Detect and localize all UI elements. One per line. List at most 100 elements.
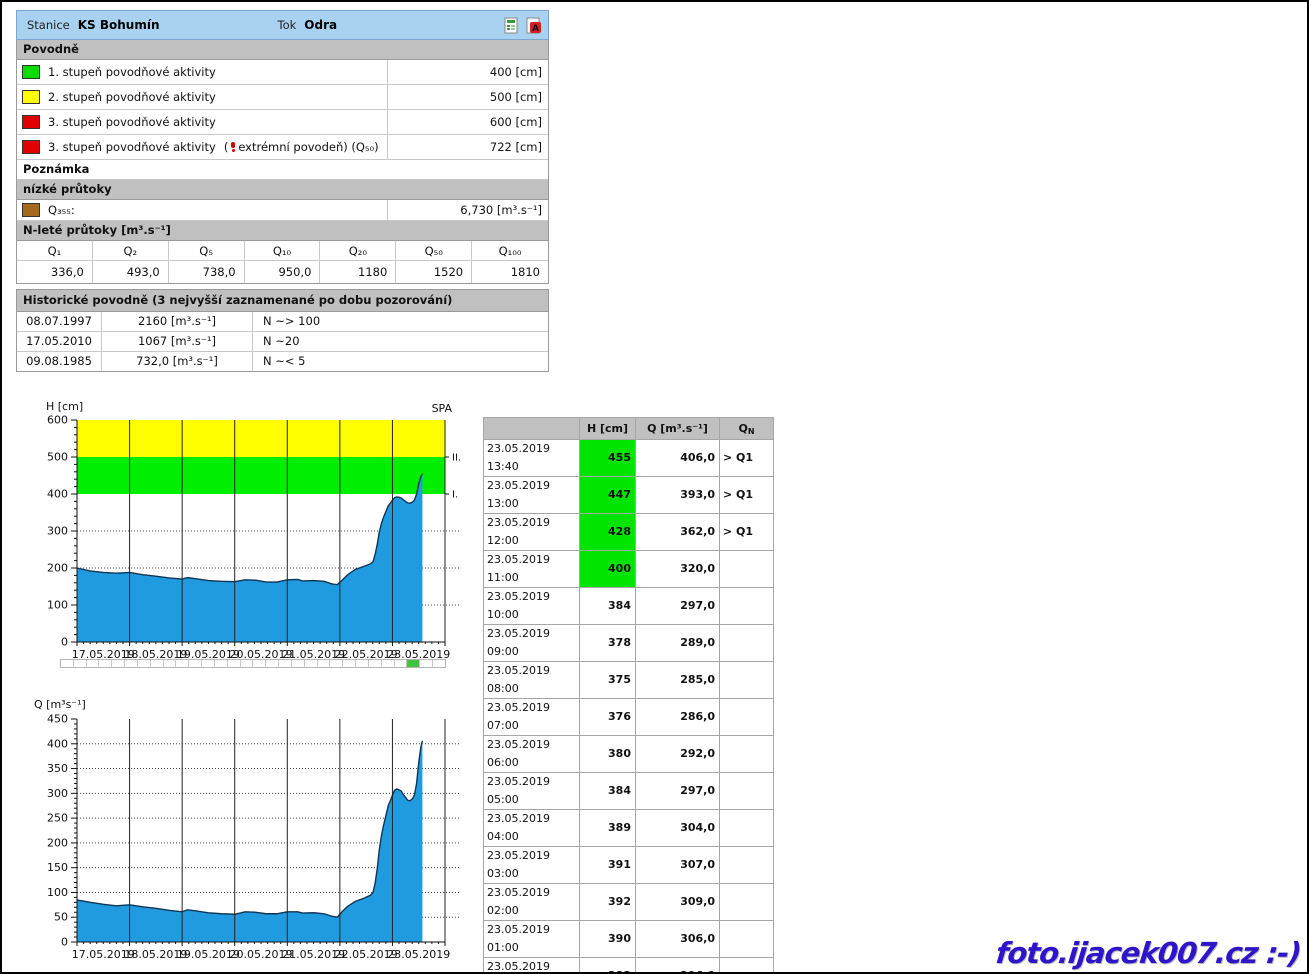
measurement-row: 23.05.2019 05:00384297,0	[484, 773, 774, 810]
timeline-cell[interactable]	[228, 660, 241, 667]
svg-text:0: 0	[61, 936, 68, 949]
timeline-cell[interactable]	[138, 660, 151, 667]
n-year-column-headers: Q₁Q₂Q₅Q₁₀Q₂₀Q₅₀Q₁₀₀	[17, 241, 548, 261]
flood-level-label: 2. stupeň povodňové aktivity	[48, 90, 216, 104]
historic-flood-flow: 2160 [m³.s⁻¹]	[102, 312, 253, 331]
measurement-h: 383	[580, 958, 636, 974]
measurement-qn	[720, 551, 774, 588]
timeline-cell[interactable]	[99, 660, 112, 667]
measurement-h: 389	[580, 810, 636, 847]
svg-text:250: 250	[47, 812, 68, 825]
measurement-datetime: 23.05.2019 06:00	[484, 736, 580, 773]
flood-level-color-swatch	[22, 65, 40, 79]
timeline-cell[interactable]	[125, 660, 138, 667]
svg-text:350: 350	[47, 762, 68, 775]
n-year-value: 1520	[396, 261, 472, 283]
timeline-cell[interactable]	[112, 660, 125, 667]
n-year-column-header: Q₁₀	[245, 241, 321, 261]
measurement-q: 286,0	[636, 699, 720, 736]
timeline-cell[interactable]	[164, 660, 177, 667]
note-open-paren: (	[224, 140, 229, 154]
timeline-cell[interactable]	[407, 660, 420, 667]
timeline-cell[interactable]	[318, 660, 331, 667]
measurement-q: 297,0	[636, 588, 720, 625]
measurement-row: 23.05.2019 11:00400320,0	[484, 551, 774, 588]
timeline-cell[interactable]	[74, 660, 87, 667]
historic-flood-row: 08.07.19972160 [m³.s⁻¹]N ~> 100	[17, 312, 548, 332]
pdf-icon[interactable]: A	[525, 17, 542, 34]
measurement-qn	[720, 958, 774, 974]
q355-color-swatch	[22, 203, 40, 217]
measurement-datetime: 23.05.2019 07:00	[484, 699, 580, 736]
measurement-row: 23.05.2019 00:00383296,0	[484, 958, 774, 974]
measurement-datetime: 23.05.2019 13:00	[484, 477, 580, 514]
historic-flood-rows: 08.07.19972160 [m³.s⁻¹]N ~> 10017.05.201…	[17, 312, 548, 371]
measurement-h: 380	[580, 736, 636, 773]
measurement-qn	[720, 921, 774, 958]
flood-level-note: ( extrémní povodeň) (Q₅₀)	[224, 140, 379, 154]
measurement-datetime: 23.05.2019 12:00	[484, 514, 580, 551]
col-header-qn: QN	[720, 418, 774, 440]
timeline-cell[interactable]	[151, 660, 164, 667]
measurement-h: 391	[580, 847, 636, 884]
timeline-cell[interactable]	[253, 660, 266, 667]
timeline-cell[interactable]	[87, 660, 100, 667]
historic-flood-date: 17.05.2010	[17, 332, 102, 351]
measurement-h: 392	[580, 884, 636, 921]
floods-section-header: Povodně	[17, 40, 548, 60]
timeline-cell[interactable]	[395, 660, 408, 667]
timeline-cell[interactable]	[382, 660, 395, 667]
timeline-cell[interactable]	[215, 660, 228, 667]
historic-flood-row: 17.05.20101067 [m³.s⁻¹]N ~20	[17, 332, 548, 352]
n-year-value: 738,0	[169, 261, 245, 283]
timeline-cell[interactable]	[176, 660, 189, 667]
timeline-strip[interactable]	[60, 659, 446, 668]
measurement-qn	[720, 884, 774, 921]
station-label: Stanice	[27, 18, 70, 32]
timeline-cell[interactable]	[433, 660, 445, 667]
svg-text:0: 0	[61, 636, 68, 649]
measurement-q: 296,0	[636, 958, 720, 974]
measurement-h: 428	[580, 514, 636, 551]
col-header-h: H [cm]	[580, 418, 636, 440]
measurement-row: 23.05.2019 12:00428362,0> Q1	[484, 514, 774, 551]
measurement-qn	[720, 699, 774, 736]
measurement-row: 23.05.2019 08:00375285,0	[484, 662, 774, 699]
svg-text:500: 500	[47, 451, 68, 464]
measurement-h: 376	[580, 699, 636, 736]
historic-flood-date: 09.08.1985	[17, 352, 102, 371]
flood-level-label-cell: 3. stupeň povodňové aktivity	[17, 110, 388, 134]
flood-level-note-text: extrémní povodeň) (Q₅₀)	[238, 140, 378, 154]
historic-flood-n: N ~20	[253, 332, 548, 351]
timeline-cell[interactable]	[420, 660, 433, 667]
flood-level-label-cell: 1. stupeň povodňové aktivity	[17, 60, 388, 84]
flow-chart: 05010015020025030035040045017.05.201918.…	[32, 696, 477, 968]
measurement-q: 309,0	[636, 884, 720, 921]
timeline-cell[interactable]	[202, 660, 215, 667]
flood-level-color-swatch	[22, 140, 40, 154]
page: Stanice KS Bohumín Tok Odra A Povodně 1.…	[0, 0, 1309, 974]
timeline-cell[interactable]	[356, 660, 369, 667]
measurement-row: 23.05.2019 13:40455406,0> Q1	[484, 440, 774, 477]
measurement-qn	[720, 773, 774, 810]
measurement-row: 23.05.2019 09:00378289,0	[484, 625, 774, 662]
timeline-cell[interactable]	[330, 660, 343, 667]
timeline-cell[interactable]	[305, 660, 318, 667]
col-header-q: Q [m³.s⁻¹]	[636, 418, 720, 440]
report-icon[interactable]	[503, 17, 520, 34]
timeline-cell[interactable]	[241, 660, 254, 667]
measurement-qn: > Q1	[720, 477, 774, 514]
measurements-header-row: H [cm]Q [m³.s⁻¹]QN	[484, 418, 774, 440]
measurement-datetime: 23.05.2019 11:00	[484, 551, 580, 588]
timeline-cell[interactable]	[61, 660, 74, 667]
timeline-cell[interactable]	[369, 660, 382, 667]
timeline-cell[interactable]	[343, 660, 356, 667]
timeline-cell[interactable]	[279, 660, 292, 667]
timeline-cell[interactable]	[266, 660, 279, 667]
n-year-value: 493,0	[93, 261, 169, 283]
historic-flood-row: 09.08.1985732,0 [m³.s⁻¹]N ~< 5	[17, 352, 548, 371]
timeline-cell[interactable]	[292, 660, 305, 667]
measurement-q: 285,0	[636, 662, 720, 699]
timeline-cell[interactable]	[189, 660, 202, 667]
measurement-q: 406,0	[636, 440, 720, 477]
